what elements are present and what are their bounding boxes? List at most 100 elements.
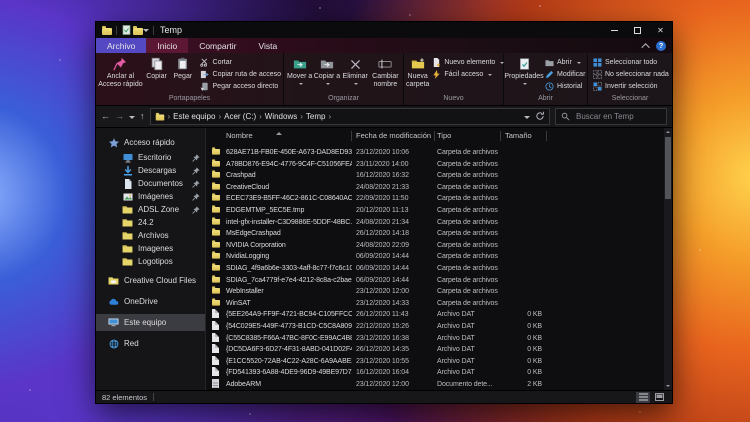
file-row[interactable]: EDGEMTMP_5EC5E.tmp 20/12/2020 11:13 Carpet… bbox=[206, 205, 664, 217]
sidebar-item-24-2[interactable]: 24.2 bbox=[96, 216, 205, 229]
copy-path-button[interactable]: Copiar ruta de acceso bbox=[200, 69, 281, 80]
file-row[interactable]: {DC5DA6F3-6D27-4F31-8ABD-041D02F4F... 26/… bbox=[206, 344, 664, 356]
tab-archivo[interactable]: Archivo bbox=[96, 38, 147, 53]
back-button[interactable]: ← bbox=[101, 112, 110, 121]
sidebar-item-label: 24.2 bbox=[138, 218, 154, 227]
sidebar-item-descargas[interactable]: Descargas bbox=[96, 164, 205, 177]
column-header-name[interactable]: Nombre bbox=[226, 131, 253, 140]
group-label-new: Nuevo bbox=[443, 95, 464, 102]
column-header-date[interactable]: Fecha de modificación bbox=[356, 131, 431, 140]
open-button[interactable]: Abrir bbox=[544, 57, 585, 68]
file-row[interactable]: ECEC73E9-B5FF-46C2-861C-C08640ACA... 22/0… bbox=[206, 193, 664, 205]
maximize-button[interactable] bbox=[626, 22, 649, 38]
sidebar-item-archivos[interactable]: Archivos bbox=[96, 229, 205, 242]
copy-button[interactable]: Copiar bbox=[143, 55, 170, 81]
clipboard-icon bbox=[175, 56, 191, 72]
title-bar[interactable]: Temp ✕ bbox=[96, 22, 672, 38]
paste-button[interactable]: Pegar bbox=[170, 55, 195, 81]
scroll-up-icon[interactable] bbox=[664, 128, 672, 136]
close-button[interactable]: ✕ bbox=[649, 22, 672, 38]
sidebar-item-adsl-zone[interactable]: ADSL Zone bbox=[96, 203, 205, 216]
recent-locations-icon[interactable] bbox=[129, 115, 135, 122]
vertical-scrollbar[interactable] bbox=[664, 128, 672, 390]
file-row[interactable]: Crashpad 16/12/2020 16:32 Carpeta de archi… bbox=[206, 170, 664, 182]
column-header-size[interactable]: Tamaño bbox=[505, 131, 532, 140]
tab-vista[interactable]: Vista bbox=[248, 38, 289, 53]
ccfolder-icon bbox=[108, 275, 119, 286]
column-header-type[interactable]: Tipo bbox=[437, 131, 451, 140]
sidebar-item-acceso-rápido[interactable]: Acceso rápido bbox=[96, 134, 205, 151]
file-row[interactable]: WebInstaller 23/12/2020 12:00 Carpeta de a… bbox=[206, 286, 664, 298]
scrollbar-thumb[interactable] bbox=[665, 137, 671, 199]
breadcrumb[interactable]: › Este equipo › Acer (C:) › Windows › Te… bbox=[149, 108, 550, 125]
file-row[interactable]: AdobeARM 23/12/2020 12:00 Documento dete..… bbox=[206, 378, 664, 390]
divider bbox=[153, 25, 154, 35]
file-row[interactable]: {E1CC5520-72AB-4C22-A28C-6A9AABE2... 23/1… bbox=[206, 355, 664, 368]
breadcrumb-temp[interactable]: Temp bbox=[306, 112, 326, 121]
new-folder-button[interactable]: Nueva carpeta bbox=[406, 55, 429, 88]
file-row[interactable]: {C55C8385-F66A-47BC-8F0C-E99AC4B89... 23/… bbox=[206, 332, 664, 345]
sidebar-item-creative-cloud-files[interactable]: Creative Cloud Files bbox=[96, 272, 205, 289]
thumbnails-view-button[interactable] bbox=[652, 392, 666, 403]
paste-shortcut-button[interactable]: Pegar acceso directo bbox=[200, 81, 281, 92]
easy-access-button[interactable]: Fácil acceso bbox=[431, 69, 504, 80]
move-to-button[interactable]: Mover a bbox=[286, 55, 313, 88]
file-row[interactable]: {FD541393-6A88-4DE9-96D9-49BE97D729... 16… bbox=[206, 367, 664, 379]
edit-button[interactable]: Modificar bbox=[544, 69, 585, 80]
details-view-button[interactable] bbox=[636, 391, 650, 403]
new-item-button[interactable]: Nuevo elemento bbox=[431, 57, 505, 68]
select-all-button[interactable]: Seleccionar todo bbox=[592, 57, 669, 68]
file-row[interactable]: CreativeCloud 24/08/2020 21:33 Carpeta de … bbox=[206, 182, 664, 194]
collapse-ribbon-icon[interactable] bbox=[641, 42, 650, 52]
sidebar-item-label: Este equipo bbox=[124, 318, 167, 327]
sidebar-item-escritorio[interactable]: Escritorio bbox=[96, 151, 205, 164]
copy-path-icon bbox=[200, 70, 210, 80]
properties-qat-icon[interactable] bbox=[121, 25, 132, 36]
file-row[interactable]: NVIDIA Corporation 24/08/2020 22:09 Carpet… bbox=[206, 240, 664, 252]
sidebar-item-imagenes[interactable]: Imagenes bbox=[96, 242, 205, 255]
search-input[interactable] bbox=[574, 111, 661, 122]
tab-compartir[interactable]: Compartir bbox=[188, 38, 247, 53]
file-row[interactable]: MsEdgeCrashpad 26/12/2020 14:18 Carpeta de… bbox=[206, 228, 664, 240]
sidebar-item-label: Escritorio bbox=[138, 153, 172, 162]
copy-to-button[interactable]: Copiar a bbox=[313, 55, 340, 88]
forward-button[interactable]: → bbox=[115, 112, 124, 121]
cut-button[interactable]: Cortar bbox=[200, 57, 281, 68]
tab-inicio[interactable]: Inicio bbox=[146, 38, 189, 53]
file-row[interactable]: {5EE264A9-FF9F-4721-BC94-C105FFCC58... 26… bbox=[206, 309, 664, 321]
file-row[interactable]: 628AE71B-FB0E-450E-A673-DAD8ED93D5... 23/… bbox=[206, 147, 664, 159]
sidebar-item-label: Imagenes bbox=[138, 244, 174, 253]
sidebar-item-imágenes[interactable]: Imágenes bbox=[96, 190, 205, 203]
qat-customize-icon[interactable] bbox=[143, 29, 149, 35]
pin-to-quick-access-button[interactable]: Anclar al Acceso rápido bbox=[98, 55, 143, 88]
scroll-down-icon[interactable] bbox=[664, 382, 672, 390]
file-row[interactable]: NvidiaLogging 06/09/2020 14:44 Carpeta de … bbox=[206, 251, 664, 263]
new-folder-qat-icon[interactable] bbox=[132, 25, 143, 36]
sidebar-item-este-equipo[interactable]: Este equipo bbox=[96, 314, 205, 331]
refresh-icon[interactable] bbox=[535, 111, 545, 123]
select-none-button[interactable]: No seleccionar nada bbox=[592, 69, 669, 80]
file-row[interactable]: intel-gfx-installer-C3D9886E-5DDF-48BC..… bbox=[206, 216, 664, 229]
breadcrumb-acer-c[interactable]: Acer (C:) bbox=[224, 112, 256, 121]
file-row[interactable]: SDIAG_4f9a6b6e-3303-4aff-8c77-f7c6c10...… bbox=[206, 263, 664, 275]
invert-selection-button[interactable]: Invertir selección bbox=[592, 81, 669, 92]
sidebar-item-red[interactable]: Red bbox=[96, 335, 205, 352]
delete-button[interactable]: Eliminar bbox=[341, 55, 370, 88]
sidebar-item-logotipos[interactable]: Logotipos bbox=[96, 255, 205, 268]
address-dropdown-icon[interactable] bbox=[524, 115, 530, 122]
file-row[interactable]: A78BD876-E94C-4776-9C4F-C51056FEAC72 23/1… bbox=[206, 158, 664, 171]
file-row[interactable]: SDIAG_7ca4779f-e7e4-4212-8c8a-c2baed... 0… bbox=[206, 274, 664, 287]
breadcrumb-windows[interactable]: Windows bbox=[265, 112, 297, 121]
sidebar-item-documentos[interactable]: Documentos bbox=[96, 177, 205, 190]
file-row[interactable]: {54C029E5-449F-4773-B1CD-C5C8A809F... 22/… bbox=[206, 320, 664, 333]
properties-button[interactable]: Propiedades bbox=[504, 55, 544, 88]
file-row[interactable]: WinSAT 23/12/2020 14:33 Carpeta de archivo… bbox=[206, 298, 664, 310]
rename-button[interactable]: Cambiar nombre bbox=[370, 55, 401, 88]
breadcrumb-este-equipo[interactable]: Este equipo bbox=[173, 112, 215, 121]
help-icon[interactable]: ? bbox=[656, 40, 666, 51]
search-box[interactable] bbox=[555, 108, 667, 125]
minimize-button[interactable] bbox=[603, 22, 626, 38]
sidebar-item-onedrive[interactable]: OneDrive bbox=[96, 293, 205, 310]
up-button[interactable]: ↑ bbox=[140, 112, 145, 121]
history-button[interactable]: Historial bbox=[544, 81, 585, 92]
